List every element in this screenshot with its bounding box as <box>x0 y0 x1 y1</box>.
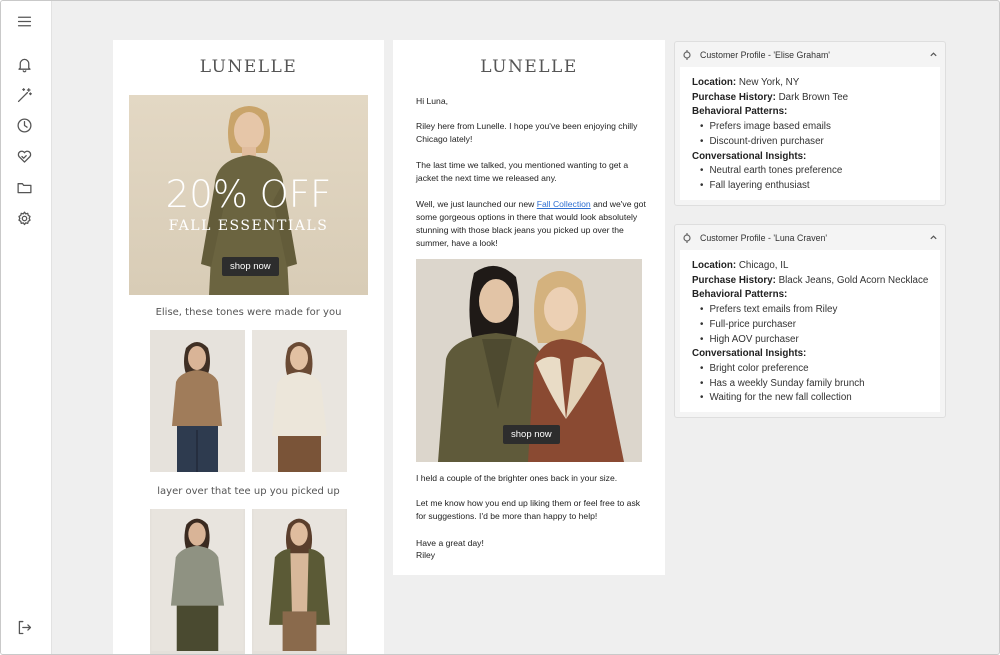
caption-tones: Elise, these tones were made for you <box>155 307 342 318</box>
bell-icon[interactable] <box>13 53 35 75</box>
list-item: Waiting for the new fall collection <box>700 391 930 406</box>
insights-heading: Conversational Insights: <box>692 150 807 162</box>
profile-card-title: Customer Profile - 'Elise Graham' <box>700 49 830 60</box>
hero-subtitle: FALL ESSENTIALS <box>168 218 329 234</box>
brand-logo: LUNELLE <box>480 57 578 77</box>
app-window: LUNELLE 20% OFF FALL ESSENTIALS shop now… <box>0 0 1000 655</box>
location-value: Chicago, IL <box>738 260 789 271</box>
list-item: Discount-driven purchaser <box>700 135 930 150</box>
profile-link-icon <box>683 49 691 60</box>
chevron-up-icon[interactable] <box>929 233 938 242</box>
list-item: Prefers text emails from Riley <box>700 303 930 318</box>
brand-logo: LUNELLE <box>199 57 298 77</box>
profile-card-title: Customer Profile - 'Luna Craven' <box>700 232 828 243</box>
profile-card-body: Location: New York, NY Purchase History:… <box>680 67 940 200</box>
list-item: Bright color preference <box>700 362 930 377</box>
location-label: Location: <box>692 260 737 271</box>
clock-icon[interactable] <box>13 114 35 136</box>
location-label: Location: <box>692 77 737 88</box>
product-image-olive-cardigan[interactable] <box>252 509 347 654</box>
folder-icon[interactable] <box>13 176 35 198</box>
email-paragraph-4: I held a couple of the brighter ones bac… <box>416 473 618 483</box>
email-preview-image-based: LUNELLE 20% OFF FALL ESSENTIALS shop now… <box>113 40 384 654</box>
list-item: Has a weekly Sunday family brunch <box>700 377 930 392</box>
email-paragraph-2: The last time we talked, you mentioned w… <box>416 160 629 183</box>
hero-banner[interactable]: 20% OFF FALL ESSENTIALS shop now <box>129 95 368 295</box>
list-item: Fall layering enthusiast <box>700 179 930 194</box>
hero-discount-title: 20% OFF <box>165 173 332 216</box>
behavior-heading: Behavioral Patterns: <box>692 106 788 118</box>
location-value: New York, NY <box>738 77 800 88</box>
list-item: Full-price purchaser <box>700 318 930 333</box>
email-paragraph-5: Let me know how you end up liking them o… <box>416 498 641 521</box>
insights-heading: Conversational Insights: <box>692 348 807 360</box>
menu-icon[interactable] <box>13 10 35 32</box>
fall-collection-link[interactable]: Fall Collection <box>537 199 591 209</box>
profile-card-header[interactable]: Customer Profile - 'Elise Graham' <box>675 42 945 67</box>
chevron-up-icon[interactable] <box>929 50 938 59</box>
gear-icon[interactable] <box>13 207 35 229</box>
list-item: Prefers image based emails <box>700 120 930 135</box>
email-greeting: Hi Luna, <box>416 96 449 106</box>
product-image-cream-sweater[interactable] <box>252 330 347 472</box>
sidebar <box>1 1 52 654</box>
caption-layer: layer over that tee up you picked up <box>157 486 340 497</box>
insights-list: Bright color preference Has a weekly Sun… <box>692 362 930 406</box>
email-paragraph-3: Well, we just launched our new Fall Coll… <box>416 198 648 250</box>
behavior-list: Prefers image based emails Discount-driv… <box>692 120 930 149</box>
purchase-row: Purchase History: Black Jeans, Gold Acor… <box>692 274 930 289</box>
photo-shop-now-button[interactable]: shop now <box>503 425 560 444</box>
purchase-row: Purchase History: Dark Brown Tee <box>692 91 930 106</box>
email-preview-text-based: LUNELLE Hi Luna, Riley here from Lunelle… <box>393 40 665 575</box>
behavior-heading: Behavioral Patterns: <box>692 289 788 301</box>
insights-list: Neutral earth tones preference Fall laye… <box>692 164 930 193</box>
list-item: Neutral earth tones preference <box>700 164 930 179</box>
email-signature: Riley <box>416 550 436 560</box>
email-product-photo[interactable]: shop now <box>416 259 642 462</box>
hero-shop-now-button[interactable]: shop now <box>222 257 279 276</box>
list-item: High AOV purchaser <box>700 333 930 348</box>
product-image-sage-sweater[interactable] <box>150 509 245 654</box>
heart-handshake-icon[interactable] <box>13 145 35 167</box>
magic-wand-icon[interactable] <box>13 84 35 106</box>
product-image-brown-sweater[interactable] <box>150 330 245 472</box>
profile-card-body: Location: Chicago, IL Purchase History: … <box>680 250 940 413</box>
purchase-label: Purchase History: <box>692 274 776 286</box>
purchase-value: Dark Brown Tee <box>778 91 849 103</box>
purchase-value: Black Jeans, Gold Acorn Necklace <box>778 274 929 286</box>
purchase-label: Purchase History: <box>692 91 776 103</box>
location-row: Location: Chicago, IL <box>692 259 930 274</box>
profile-link-icon <box>683 232 691 243</box>
customer-profile-card-luna: Customer Profile - 'Luna Craven' Locatio… <box>674 224 946 419</box>
profile-card-header[interactable]: Customer Profile - 'Luna Craven' <box>675 225 945 250</box>
behavior-list: Prefers text emails from Riley Full-pric… <box>692 303 930 347</box>
email-paragraph-1: Riley here from Lunelle. I hope you've b… <box>416 121 638 144</box>
location-row: Location: New York, NY <box>692 76 930 91</box>
paragraph-3-text-a: Well, we just launched our new <box>416 199 537 209</box>
logout-icon[interactable] <box>13 616 35 638</box>
customer-profile-card-elise: Customer Profile - 'Elise Graham' Locati… <box>674 41 946 206</box>
